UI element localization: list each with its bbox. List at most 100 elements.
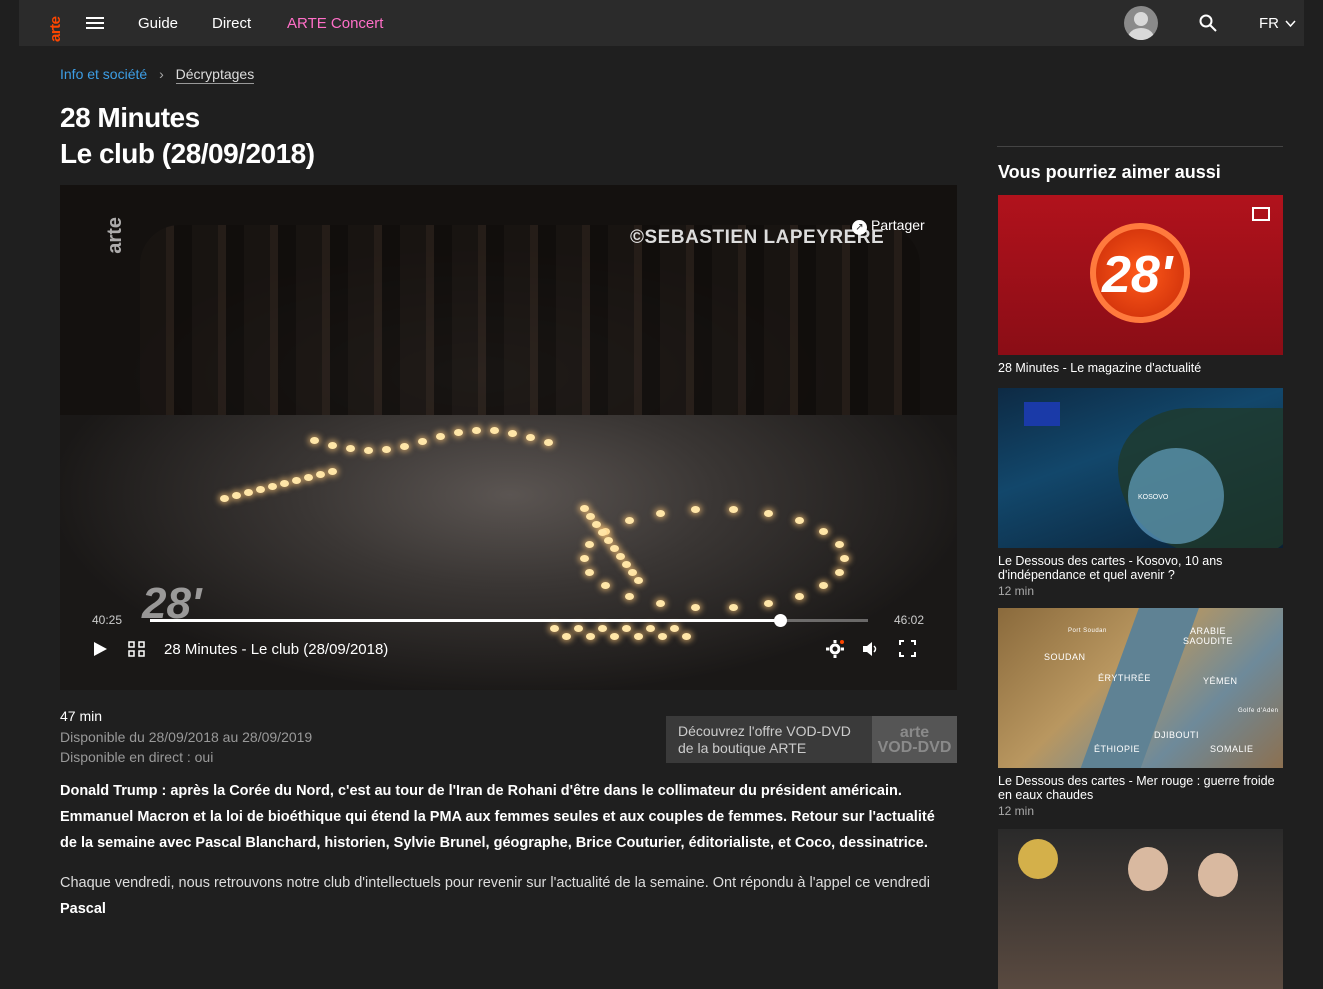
chapters-icon[interactable] [128, 641, 146, 657]
recommendation-card[interactable]: 28' 28 Minutes - Le magazine d'actualité [998, 195, 1283, 375]
candle [622, 625, 631, 632]
description-body-text: Chaque vendredi, nous retrouvons notre c… [60, 875, 930, 891]
description-lead: Donald Trump : après la Corée du Nord, c… [60, 783, 935, 851]
candle [600, 582, 610, 590]
candle [592, 521, 601, 528]
card-title[interactable]: Le Dessous des cartes - Kosovo, 10 ans d… [998, 554, 1283, 582]
candle [628, 569, 637, 576]
candle [400, 442, 409, 450]
candle [670, 625, 679, 632]
menu-icon[interactable] [86, 17, 104, 29]
description-body: Chaque vendredi, nous retrouvons notre c… [60, 870, 955, 922]
candle [634, 633, 643, 640]
progress-bar[interactable] [150, 614, 868, 627]
description-body-bold: Pascal [60, 901, 106, 917]
eu-flag-icon [1024, 402, 1060, 426]
sidebar-heading: Vous pourriez aimer aussi [998, 162, 1221, 182]
candle [634, 577, 643, 584]
map-label: ÉTHIOPIE [1094, 744, 1141, 754]
candle [268, 483, 277, 490]
breadcrumb-current[interactable]: Décryptages [175, 66, 255, 84]
candle [580, 505, 589, 512]
candle [764, 509, 773, 517]
candle [220, 495, 229, 502]
user-avatar-icon[interactable] [1124, 6, 1158, 40]
candle [728, 505, 738, 513]
map-label: KOSOVO [1138, 494, 1169, 501]
map-label: DJIBOUTI [1154, 730, 1200, 740]
arte-logo[interactable]: arte [47, 4, 64, 42]
candle [624, 592, 634, 600]
candle [691, 505, 701, 513]
logo-28-text: 28' [1102, 246, 1173, 304]
map-label: ÉRYTHRÉE [1098, 673, 1151, 683]
card-thumbnail[interactable]: SOUDAN ÉRYTHRÉE ARABIE SAOUDITE YÉMEN DJ… [998, 608, 1283, 768]
time-elapsed: 40:25 [92, 613, 123, 627]
breadcrumb-parent[interactable]: Info et société [60, 66, 147, 82]
share-button[interactable]: ↗ Partager [852, 217, 925, 235]
language-selector[interactable]: FR [1259, 15, 1296, 32]
candle [364, 446, 373, 454]
playlist-icon [1252, 207, 1270, 221]
candle [508, 429, 517, 437]
card-thumbnail[interactable] [998, 829, 1283, 989]
candle [328, 441, 337, 449]
card-title[interactable]: Le Dessous des cartes - Mer rouge : guer… [998, 774, 1283, 802]
availability-dates: Disponible du 28/09/2018 au 28/09/2019 [60, 728, 313, 745]
video-meta: 47 min Disponible du 28/09/2018 au 28/09… [60, 706, 312, 768]
recommendation-card[interactable] [998, 829, 1283, 989]
nav-direct[interactable]: Direct [212, 15, 251, 32]
map-label: SOUDAN [1044, 652, 1086, 662]
map-label: Golfe d'Aden [1238, 708, 1279, 714]
thumb-figure [1198, 853, 1238, 897]
player-video-title: 28 Minutes - Le club (28/09/2018) [164, 641, 389, 658]
play-icon[interactable] [92, 641, 108, 657]
candle [586, 633, 595, 640]
card-duration: 12 min [998, 584, 1035, 598]
search-icon[interactable] [1199, 14, 1217, 32]
candle [616, 553, 625, 560]
candle [256, 486, 265, 493]
live-availability: Disponible en direct : oui [60, 749, 214, 765]
fullscreen-icon[interactable] [899, 640, 916, 657]
candle [280, 480, 289, 487]
vod-dvd-offer-button[interactable]: Découvrez l'offre VOD-DVD de la boutique… [666, 716, 957, 763]
volume-icon[interactable] [862, 641, 880, 657]
vod-logo-line2: VOD-DVD [877, 739, 952, 756]
breadcrumb: Info et société › Décryptages [60, 66, 255, 84]
video-player[interactable]: arte ©SEBASTIEN LAPEYRERE ↗ Partager 28' … [60, 185, 957, 690]
candle [310, 437, 319, 444]
card-thumbnail[interactable]: 28' [998, 195, 1283, 355]
candle [610, 633, 619, 640]
page-title: 28 Minutes Le club (28/09/2018) [60, 100, 315, 172]
time-total: 46:02 [894, 613, 925, 627]
candle [622, 561, 631, 568]
nav-guide[interactable]: Guide [138, 15, 178, 32]
arte-vod-dvd-logo: arte VOD-DVD [872, 716, 957, 763]
chevron-down-icon [1285, 20, 1296, 28]
candle [328, 468, 337, 475]
breadcrumb-separator-icon: › [159, 66, 164, 82]
page-title-line2: Le club (28/09/2018) [60, 138, 315, 169]
recommendation-card[interactable]: SOUDAN ÉRYTHRÉE ARABIE SAOUDITE YÉMEN DJ… [998, 608, 1283, 818]
top-bar: arte Guide Direct ARTE Concert FR [19, 0, 1304, 46]
candle [598, 529, 607, 536]
card-thumbnail[interactable]: KOSOVO [998, 388, 1283, 548]
video-frame-crowd [140, 225, 920, 435]
card-title[interactable]: 28 Minutes - Le magazine d'actualité [998, 361, 1283, 375]
settings-gear-icon[interactable] [826, 640, 844, 658]
candle [658, 633, 667, 640]
share-icon: ↗ [852, 220, 867, 235]
thumb-figure [1128, 847, 1168, 891]
sidebar-divider [997, 146, 1283, 147]
page-title-line1: 28 Minutes [60, 102, 200, 133]
vod-offer-text: Découvrez l'offre VOD-DVD de la boutique… [678, 723, 851, 756]
language-label: FR [1259, 15, 1279, 32]
candle [550, 625, 559, 632]
card-duration: 12 min [998, 804, 1035, 818]
candle [232, 492, 241, 499]
nav-arte-concert[interactable]: ARTE Concert [287, 15, 383, 32]
recommendation-card[interactable]: KOSOVO Le Dessous des cartes - Kosovo, 1… [998, 388, 1283, 598]
candle [840, 555, 849, 562]
map-label: SOMALIE [1210, 744, 1254, 754]
